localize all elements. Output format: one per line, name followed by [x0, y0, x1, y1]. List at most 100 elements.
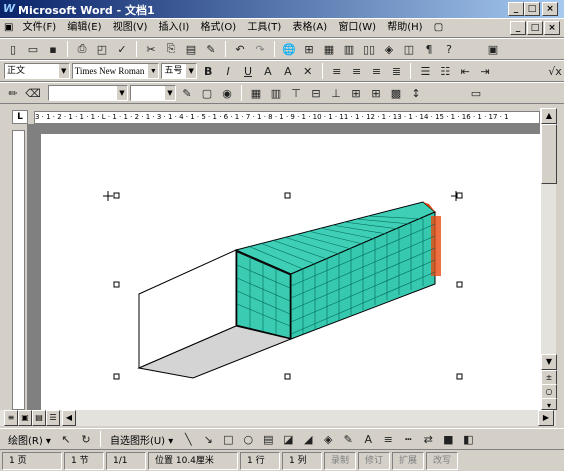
minimize-button[interactable]: _ — [508, 2, 524, 16]
draw-menu[interactable]: 绘图(R) ▾ — [4, 432, 55, 447]
eraser-icon[interactable]: ⌫ — [24, 84, 42, 102]
line-color-icon[interactable]: ✎ — [339, 430, 357, 448]
outside-border-icon[interactable]: ▢ — [198, 84, 216, 102]
style-select[interactable]: 正文 ▼ — [4, 63, 70, 79]
font-select[interactable]: Times New Roman ▼ — [71, 63, 160, 79]
align-right-icon[interactable]: ≡ — [368, 62, 386, 80]
scroll-down-button[interactable]: ▼ — [541, 354, 557, 370]
page[interactable] — [41, 134, 540, 410]
menu-format[interactable]: 格式(O) — [197, 19, 241, 37]
doc-close-button[interactable]: × — [544, 21, 560, 35]
doc-minimize-button[interactable]: _ — [510, 21, 526, 35]
normal-view-button[interactable]: ≡ — [4, 410, 18, 426]
bold-icon[interactable]: B — [199, 62, 217, 80]
free-rotate-icon[interactable]: ↻ — [77, 430, 95, 448]
menu-window[interactable]: 窗口(W) — [334, 19, 380, 37]
align-middle-icon[interactable]: ⊟ — [307, 84, 325, 102]
line-style-icon[interactable]: ≡ — [379, 430, 397, 448]
menu-file[interactable]: 文件(F) — [19, 19, 61, 37]
char-shading-icon[interactable]: A — [279, 62, 297, 80]
italic-icon[interactable]: I — [219, 62, 237, 80]
align-center-icon[interactable]: ≡ — [348, 62, 366, 80]
menu-help[interactable]: 帮助(H) — [383, 19, 426, 37]
toolbar-extra-icon[interactable]: ▣ — [484, 40, 502, 58]
vertical-scrollbar[interactable]: ▲ ▼ ± ○ ▾ — [540, 108, 557, 410]
print-icon[interactable]: ⎙ — [73, 40, 91, 58]
char-scale-icon[interactable]: ✕ — [299, 62, 317, 80]
open-icon[interactable]: ▭ — [24, 40, 42, 58]
shadow-icon[interactable]: ■ — [439, 430, 457, 448]
arrow-icon[interactable]: ↘ — [199, 430, 217, 448]
columns-icon[interactable]: ▯▯ — [360, 40, 378, 58]
scroll-up-button[interactable]: ▲ — [541, 108, 557, 124]
vertical-ruler[interactable] — [12, 130, 25, 410]
border-color-icon[interactable]: ✎ — [178, 84, 196, 102]
menu-edit[interactable]: 编辑(E) — [63, 19, 105, 37]
cut-icon[interactable]: ✂ — [142, 40, 160, 58]
pen-icon[interactable]: ✏ — [4, 84, 22, 102]
increase-indent-icon[interactable]: ⇥ — [476, 62, 494, 80]
font-color-icon[interactable]: A — [359, 430, 377, 448]
tab-selector[interactable]: L — [12, 110, 28, 124]
next-page-button[interactable]: ▾ — [541, 398, 557, 410]
office-assistant-icon[interactable]: ▢ — [430, 19, 447, 37]
document-area[interactable] — [27, 124, 540, 410]
split-cells-icon[interactable]: ▥ — [267, 84, 285, 102]
maximize-button[interactable]: □ — [524, 2, 540, 16]
hyperlink-icon[interactable]: 🌐 — [280, 40, 298, 58]
decrease-indent-icon[interactable]: ⇤ — [456, 62, 474, 80]
outline-view-button[interactable]: ☰ — [46, 410, 60, 426]
paste-icon[interactable]: ▤ — [182, 40, 200, 58]
wordart-icon[interactable]: ◪ — [279, 430, 297, 448]
status-ext[interactable]: 扩展 — [392, 452, 425, 470]
dash-style-icon[interactable]: ┅ — [399, 430, 417, 448]
scroll-thumb[interactable] — [541, 124, 557, 184]
oval-icon[interactable]: ○ — [239, 430, 257, 448]
char-border-icon[interactable]: A — [259, 62, 277, 80]
status-trk[interactable]: 修订 — [358, 452, 391, 470]
new-icon[interactable]: ▯ — [4, 40, 22, 58]
3d-icon[interactable]: ◧ — [459, 430, 477, 448]
status-ovr[interactable]: 改写 — [426, 452, 459, 470]
shading-color-icon[interactable]: ◉ — [218, 84, 236, 102]
sort-icon[interactable]: ↕ — [407, 84, 425, 102]
numbering-icon[interactable]: ☰ — [416, 62, 434, 80]
autoformat-icon[interactable]: ▩ — [387, 84, 405, 102]
format-painter-icon[interactable]: ✎ — [202, 40, 220, 58]
underline-icon[interactable]: U — [239, 62, 257, 80]
bullets-icon[interactable]: ☷ — [436, 62, 454, 80]
word-app-icon[interactable]: W — [3, 2, 15, 15]
distribute-cols-icon[interactable]: ⊞ — [367, 84, 385, 102]
redo-icon[interactable]: ↷ — [251, 40, 269, 58]
save-icon[interactable]: ▪ — [44, 40, 62, 58]
rectangle-icon[interactable]: □ — [219, 430, 237, 448]
distribute-rows-icon[interactable]: ⊞ — [347, 84, 365, 102]
textbox-icon[interactable]: ▤ — [259, 430, 277, 448]
arrow-style-icon[interactable]: ⇄ — [419, 430, 437, 448]
drawing-icon[interactable]: ◈ — [380, 40, 398, 58]
justify-icon[interactable]: ≣ — [388, 62, 406, 80]
spelling-icon[interactable]: ✓ — [113, 40, 131, 58]
doc-map-icon[interactable]: ◫ — [400, 40, 418, 58]
text-box-icon[interactable]: ▭ — [467, 84, 485, 102]
merge-cells-icon[interactable]: ▦ — [247, 84, 265, 102]
line-weight-select[interactable]: ▼ — [130, 85, 176, 101]
help-icon[interactable]: ? — [440, 40, 458, 58]
select-objects-icon[interactable]: ↖ — [57, 430, 75, 448]
drawing-canvas[interactable] — [41, 134, 540, 410]
menu-insert[interactable]: 插入(I) — [155, 19, 194, 37]
doc-control-icon[interactable]: ▣ — [0, 19, 15, 37]
align-bottom-icon[interactable]: ⊥ — [327, 84, 345, 102]
doc-restore-button[interactable]: □ — [527, 21, 543, 35]
print-preview-icon[interactable]: ◰ — [93, 40, 111, 58]
menu-tools[interactable]: 工具(T) — [243, 19, 285, 37]
menu-view[interactable]: 视图(V) — [109, 19, 152, 37]
horizontal-ruler[interactable]: 3 · 1 · 2 · 1 · 1 · 1 · L · 1 · 1 · 2 · … — [34, 111, 540, 124]
tables-borders-icon[interactable]: ⊞ — [300, 40, 318, 58]
scroll-right-button[interactable]: ▶ — [538, 410, 554, 426]
align-top-icon[interactable]: ⊤ — [287, 84, 305, 102]
status-rec[interactable]: 录制 — [324, 452, 357, 470]
insert-excel-icon[interactable]: ▥ — [340, 40, 358, 58]
insert-table-icon[interactable]: ▦ — [320, 40, 338, 58]
close-button[interactable]: × — [542, 2, 558, 16]
